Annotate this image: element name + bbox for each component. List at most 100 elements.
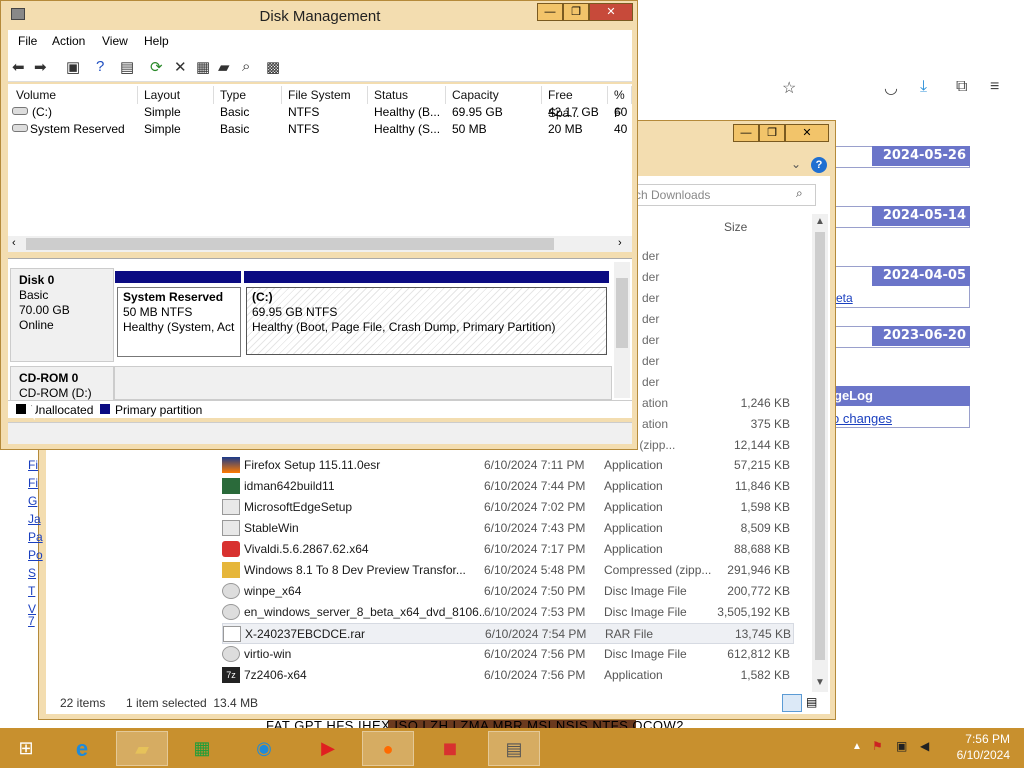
help-icon[interactable]: ? xyxy=(811,157,827,173)
scroll-up-icon[interactable]: ▲ xyxy=(815,216,825,227)
volume-free: 20 MB xyxy=(548,122,583,136)
col-free-space[interactable]: Free Spa... xyxy=(542,86,608,120)
chevron-down-icon[interactable]: ⌄ xyxy=(791,157,801,171)
file-row[interactable]: Firefox Setup 115.11.0esr 6/10/2024 7:11… xyxy=(222,455,794,476)
tiles-view-icon[interactable]: ▤ xyxy=(806,695,817,709)
menu-view[interactable]: View xyxy=(102,34,128,48)
scroll-thumb[interactable] xyxy=(815,232,825,660)
file-type: Application xyxy=(604,458,663,472)
file-name: Vivaldi.5.6.2867.62.x64 xyxy=(244,542,369,556)
minimize-icon[interactable]: — xyxy=(537,3,563,21)
edge-icon[interactable]: ◉ xyxy=(238,731,290,766)
cdrom-label[interactable]: CD-ROM 0 CD-ROM (D:) xyxy=(10,366,114,402)
side-link[interactable]: 7 xyxy=(28,614,35,628)
back-icon[interactable]: ⬅ xyxy=(12,58,25,76)
disk0-label[interactable]: Disk 0 Basic 70.00 GB Online xyxy=(10,268,114,362)
file-row[interactable]: idman642build11 6/10/2024 7:44 PM Applic… xyxy=(222,476,794,497)
side-link[interactable]: Pa xyxy=(28,530,43,544)
scroll-down-icon[interactable]: ▼ xyxy=(815,677,825,688)
side-link[interactable]: Ja xyxy=(28,512,41,526)
settings-icon[interactable]: ▩ xyxy=(266,58,280,76)
file-row[interactable]: en_windows_server_8_beta_x64_dvd_8106...… xyxy=(222,602,794,623)
menu-action[interactable]: Action xyxy=(52,34,85,48)
star-icon[interactable]: ☆ xyxy=(782,78,796,98)
beta-link[interactable]: eta xyxy=(836,291,853,305)
volume-row[interactable]: (C:) Simple Basic NTFS Healthy (B... 69.… xyxy=(8,105,632,122)
partition-system-reserved[interactable]: System Reserved 50 MB NTFS Healthy (Syst… xyxy=(117,287,241,357)
volume-type: Basic xyxy=(220,105,250,119)
col-capacity[interactable]: Capacity xyxy=(446,86,542,104)
side-link[interactable]: G xyxy=(28,494,37,508)
changes-link[interactable]: o changes xyxy=(832,411,892,426)
close-icon[interactable]: ✕ xyxy=(589,3,633,21)
side-link[interactable]: T xyxy=(28,584,35,598)
menu-file[interactable]: File xyxy=(18,34,37,48)
scroll-left-icon[interactable]: ‹ xyxy=(12,237,16,249)
network-icon[interactable]: ▣ xyxy=(896,739,907,753)
file-row[interactable]: 7z 7z2406-x64 6/10/2024 7:56 PM Applicat… xyxy=(222,665,794,686)
volume-fs: NTFS xyxy=(288,105,320,119)
volume-fs: NTFS xyxy=(288,122,320,136)
volume-icon[interactable]: ◀ xyxy=(920,739,929,753)
file-row[interactable]: virtio-win 6/10/2024 7:56 PM Disc Image … xyxy=(222,644,794,665)
maximize-icon[interactable]: ❐ xyxy=(563,3,589,21)
chevron-up-icon[interactable]: ▲ xyxy=(852,741,862,752)
refresh-icon[interactable]: ⟳ xyxy=(150,58,163,76)
file-row[interactable]: winpe_x64 6/10/2024 7:50 PM Disc Image F… xyxy=(222,581,794,602)
pocket-icon[interactable]: ◡ xyxy=(884,78,898,98)
file-row[interactable]: Vivaldi.5.6.2867.62.x64 6/10/2024 7:17 P… xyxy=(222,539,794,560)
flag-icon[interactable]: ⚑ xyxy=(872,739,883,753)
side-link[interactable]: Fi xyxy=(28,476,38,490)
volume-row[interactable]: System Reserved Simple Basic NTFS Health… xyxy=(8,122,632,139)
file-explorer-icon[interactable]: ▰ xyxy=(116,731,168,766)
download-icon[interactable]: ⤓ xyxy=(920,78,927,96)
delete-icon[interactable]: ✕ xyxy=(174,58,187,76)
maximize-icon[interactable]: ❐ xyxy=(759,124,785,142)
graph-scrollbar[interactable] xyxy=(614,262,630,398)
close-icon[interactable]: ✕ xyxy=(785,124,829,142)
side-link[interactable]: S xyxy=(28,566,36,580)
file-type: Disc Image File xyxy=(604,647,687,661)
file-row-selected[interactable]: X-240237EBCDCE.rar 6/10/2024 7:54 PM RAR… xyxy=(222,623,794,644)
checklist-icon[interactable]: ▦ xyxy=(196,58,210,76)
col-type[interactable]: Type xyxy=(214,86,282,104)
side-link[interactable]: Po xyxy=(28,548,43,562)
col-filesystem[interactable]: File System xyxy=(282,86,368,104)
magnify-icon[interactable]: ⌕ xyxy=(242,58,250,75)
start-icon[interactable]: ⊞ xyxy=(0,731,52,766)
file-row[interactable]: StableWin 6/10/2024 7:43 PM Application … xyxy=(222,518,794,539)
help-icon[interactable]: ? xyxy=(96,58,104,75)
minimize-icon[interactable]: — xyxy=(733,124,759,142)
search-input[interactable]: rch Downloads xyxy=(626,184,816,206)
console-tree-icon[interactable]: ▣ xyxy=(66,58,80,76)
col-volume[interactable]: Volume xyxy=(10,86,138,104)
col-status[interactable]: Status xyxy=(368,86,446,104)
details-view-icon[interactable] xyxy=(782,694,802,712)
extensions-icon[interactable]: ⧉ xyxy=(956,78,967,96)
scroll-right-icon[interactable]: › xyxy=(618,237,622,249)
col-percent-free[interactable]: % F xyxy=(608,86,632,120)
vivaldi-icon[interactable]: ◼ xyxy=(424,731,476,766)
scroll-thumb[interactable] xyxy=(616,278,628,348)
properties-icon[interactable]: ▤ xyxy=(120,58,134,76)
partition-c-drive[interactable]: (C:) 69.95 GB NTFS Healthy (Boot, Page F… xyxy=(246,287,607,355)
col-layout[interactable]: Layout xyxy=(138,86,214,104)
file-row[interactable]: Windows 8.1 To 8 Dev Preview Transfor...… xyxy=(222,560,794,581)
menu-icon[interactable]: ≡ xyxy=(990,78,999,96)
open-folder-icon[interactable]: ▰ xyxy=(218,58,230,76)
scroll-thumb[interactable] xyxy=(26,238,554,250)
forward-icon[interactable]: ➡ xyxy=(34,58,47,76)
file-type: Application xyxy=(604,500,663,514)
file-row[interactable]: MicrosoftEdgeSetup 6/10/2024 7:02 PM App… xyxy=(222,497,794,518)
search-icon[interactable]: ⌕ xyxy=(796,186,803,201)
menu-help[interactable]: Help xyxy=(144,34,169,48)
firefox-icon[interactable]: ● xyxy=(362,731,414,766)
internet-explorer-icon[interactable]: e xyxy=(56,731,108,766)
store-icon[interactable]: ▦ xyxy=(176,731,228,766)
side-link[interactable]: Fi xyxy=(28,458,38,472)
youtube-icon[interactable]: ▶ xyxy=(302,731,354,766)
disk-management-icon[interactable]: ▤ xyxy=(488,731,540,766)
column-header-size[interactable]: Size xyxy=(724,220,747,234)
file-date: 6/10/2024 7:56 PM xyxy=(484,647,586,661)
clock[interactable]: 7:56 PM 6/10/2024 xyxy=(940,731,1010,763)
